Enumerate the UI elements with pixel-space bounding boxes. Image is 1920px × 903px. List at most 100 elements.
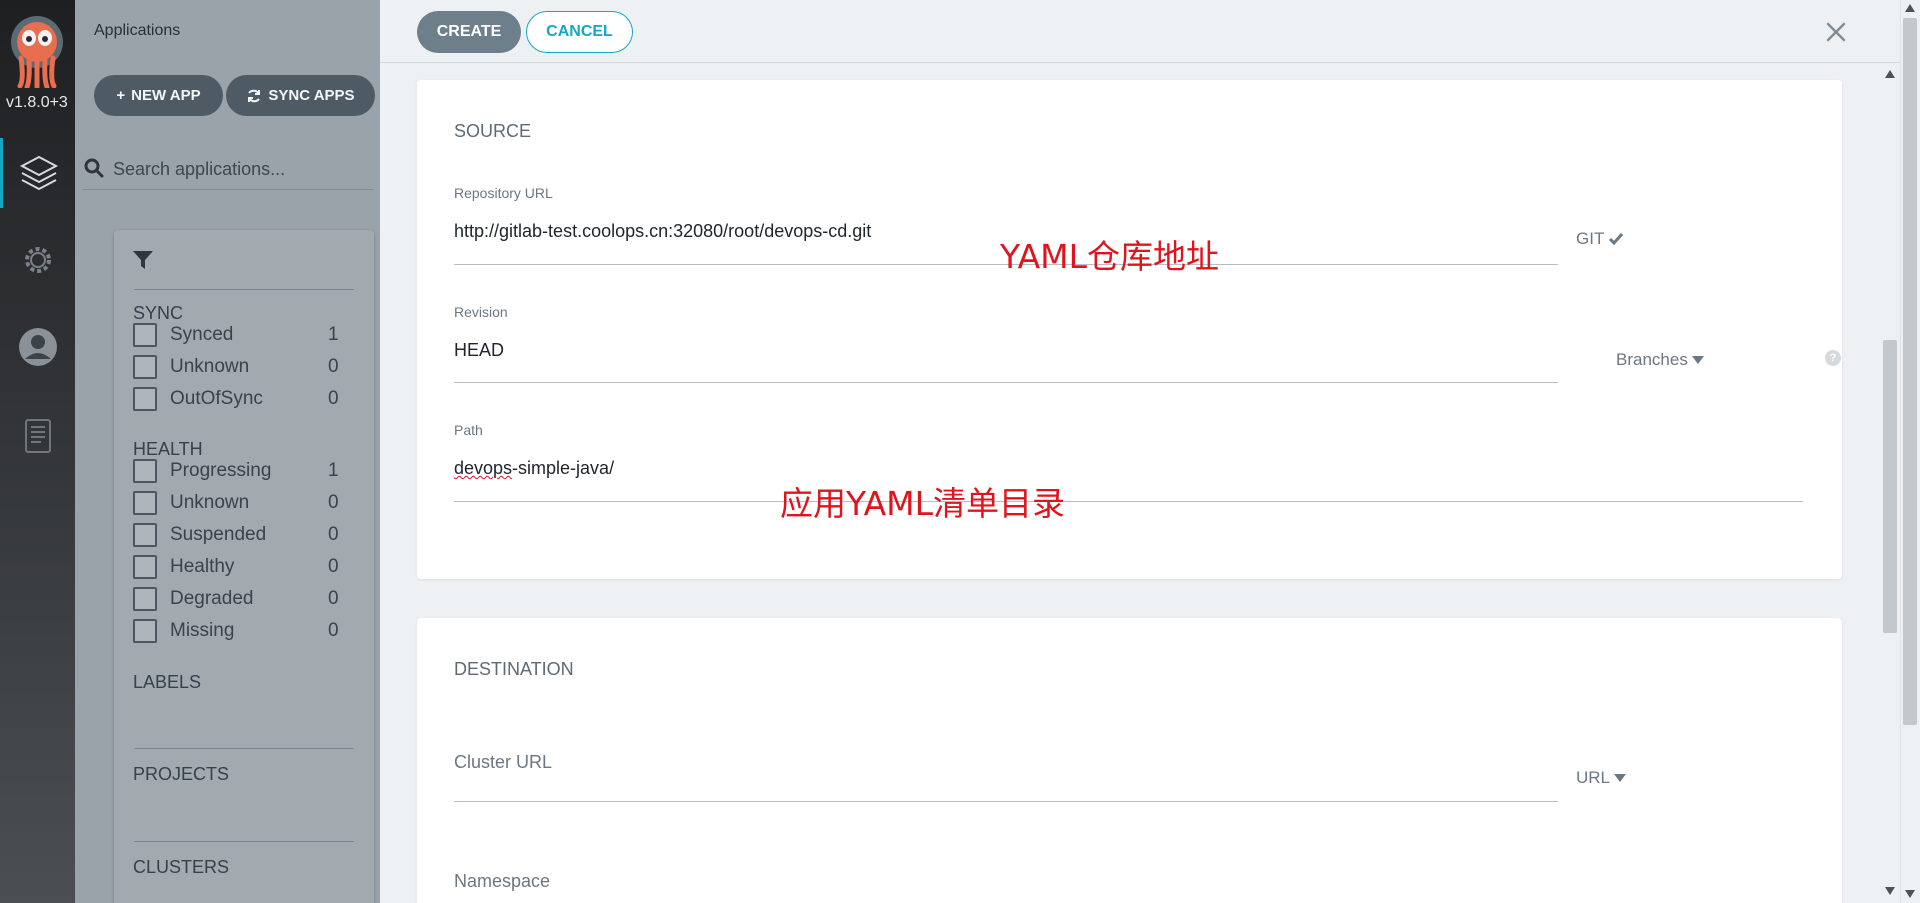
scroll-up-icon[interactable] [1885,70,1895,78]
filter-count: 0 [328,588,339,609]
checkbox[interactable] [133,491,157,515]
sync-apps-label: SYNC APPS [268,87,355,104]
filter-label: Degraded [170,588,254,609]
repo-annotation: YAML仓库地址 [1000,237,1220,276]
nav-applications[interactable] [0,138,75,208]
cluster-url-underline [454,801,1558,802]
filter-label: Progressing [170,460,272,481]
page-title: Applications [94,22,181,39]
projects-heading: PROJECTS [133,764,230,784]
path-value-start: devops [454,458,513,478]
cancel-button[interactable]: CANCEL [526,11,633,53]
divider [134,289,354,290]
source-title: SOURCE [454,121,532,141]
nav-rail: v1.8.0+3 [0,0,75,903]
filter-icon [133,251,153,269]
divider [134,841,354,842]
destination-card: DESTINATION Cluster URL URL Namespace [417,618,1842,903]
filter-count: 1 [328,460,339,481]
scroll-down-icon[interactable] [1905,890,1915,898]
filter-count: 0 [328,524,339,545]
namespace-input[interactable]: Namespace [454,871,550,892]
docs-icon [24,419,51,453]
checkbox[interactable] [133,355,157,379]
sync-icon [248,89,261,102]
plus-icon: + [116,87,126,104]
path-value-end: -simple-java/ [512,458,615,478]
filter-item-degraded[interactable]: Degraded 0 [133,585,348,613]
search-input[interactable] [113,154,371,184]
path-input[interactable]: devops-simple-java/ [454,458,614,479]
clusters-heading: CLUSTERS [133,857,230,877]
checkbox[interactable] [133,587,157,611]
cluster-url-input[interactable]: Cluster URL [454,752,552,773]
checkbox[interactable] [133,523,157,547]
cluster-mode-dropdown[interactable]: URL [1576,768,1627,788]
user-icon [18,328,57,366]
revision-input[interactable]: HEAD [454,340,504,361]
new-app-label: NEW APP [131,87,201,104]
create-button[interactable]: CREATE [417,11,521,53]
checkbox[interactable] [133,555,157,579]
nav-docs[interactable] [0,401,75,471]
repo-type-dropdown[interactable]: GIT [1576,229,1624,249]
repo-url-label: Repository URL [454,185,553,201]
version-label: v1.8.0+3 [6,94,68,111]
filter-count: 1 [328,324,339,345]
gear-icon [24,247,51,273]
checkbox[interactable] [133,387,157,411]
filter-item-unknown[interactable]: Unknown 0 [133,353,348,381]
cluster-mode-label: URL [1576,768,1611,787]
panel-toolbar: CREATE CANCEL [380,0,1902,63]
source-card: SOURCE Repository URL http://gitlab-test… [417,80,1842,579]
filter-item-outofsync[interactable]: OutOfSync 0 [133,385,348,413]
caret-down-icon [1614,774,1627,782]
path-label: Path [454,422,483,438]
filter-label: Healthy [170,556,235,577]
search-icon [84,158,104,178]
labels-heading: LABELS [133,672,202,692]
filter-count: 0 [328,620,339,641]
filter-label: Missing [170,620,235,641]
filter-label: Synced [170,324,234,345]
create-app-panel: CREATE CANCEL SOURCE Repository URL http… [380,0,1920,903]
nav-settings[interactable] [0,225,75,295]
close-icon[interactable] [1822,18,1850,46]
filter-count: 0 [328,492,339,513]
filter-count: 0 [328,388,339,409]
path-underline [454,501,1803,502]
scroll-down-icon[interactable] [1885,887,1895,895]
repo-type-label: GIT [1576,229,1605,248]
checkbox[interactable] [133,619,157,643]
scroll-up-icon[interactable] [1905,4,1915,12]
search-box [83,150,373,190]
panel-scroll-thumb[interactable] [1883,340,1897,633]
filter-item-synced[interactable]: Synced 1 [133,321,348,349]
filter-item-missing[interactable]: Missing 0 [133,617,348,645]
applications-panel: Applications + NEW APP SYNC APPS SYNC Sy… [75,0,380,903]
revision-label: Revision [454,304,508,320]
revision-underline [454,382,1558,383]
filter-item-healthy[interactable]: Healthy 0 [133,553,348,581]
divider [134,748,354,749]
filter-count: 0 [328,356,339,377]
filter-label: Unknown [170,356,250,377]
filter-count: 0 [328,556,339,577]
window-scroll-thumb[interactable] [1903,18,1917,725]
filter-item-suspended[interactable]: Suspended 0 [133,521,348,549]
caret-down-icon [1691,356,1704,364]
filter-item-unknown-health[interactable]: Unknown 0 [133,489,348,517]
filter-label: Suspended [170,524,267,545]
help-icon[interactable]: ? [1825,350,1841,366]
filter-label: Unknown [170,492,250,513]
filter-item-progressing[interactable]: Progressing 1 [133,457,348,485]
argo-logo-icon[interactable] [8,14,66,88]
nav-user-info[interactable] [0,312,75,382]
checkbox[interactable] [133,459,157,483]
revision-mode-dropdown[interactable]: Branches [1616,350,1704,370]
checkbox[interactable] [133,323,157,347]
repo-url-input[interactable]: http://gitlab-test.coolops.cn:32080/root… [454,221,871,242]
new-app-button[interactable]: + NEW APP [94,75,223,116]
sync-apps-button[interactable]: SYNC APPS [226,75,375,116]
revision-mode-label: Branches [1616,350,1688,369]
